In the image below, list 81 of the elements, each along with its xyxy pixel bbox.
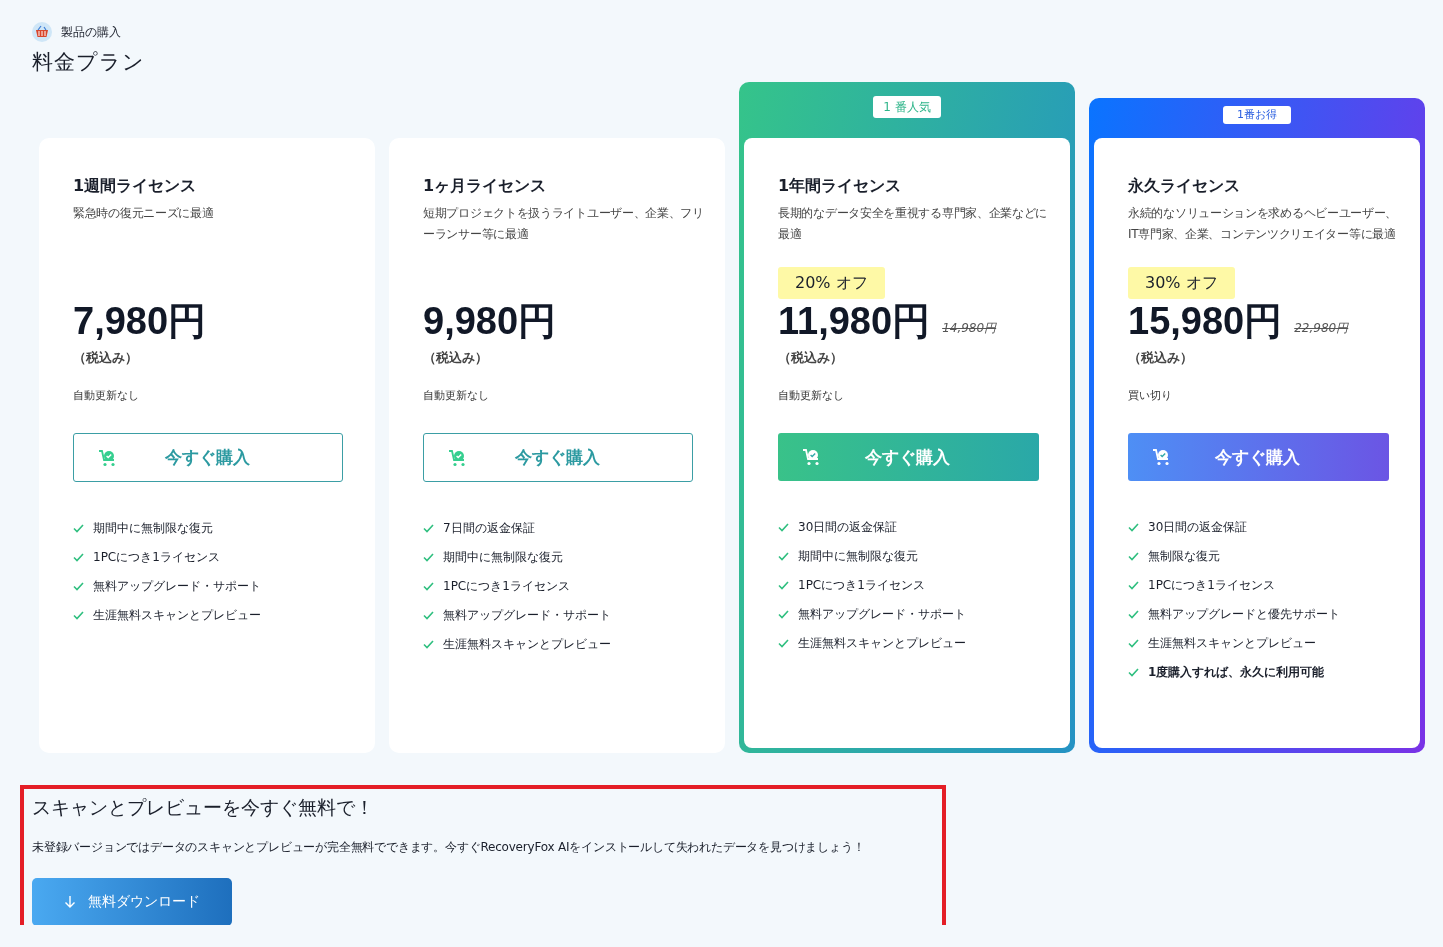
buy-button[interactable]: 今すぐ購入 (778, 433, 1039, 481)
check-icon (423, 524, 434, 533)
check-icon (778, 639, 789, 648)
feature-text: 生涯無料スキャンとプレビュー (1148, 635, 1316, 652)
feature-text: 1PCにつき1ライセンス (443, 578, 570, 595)
price: 15,980円 (1128, 299, 1283, 343)
plan-description: 短期プロジェクトを扱うライトユーザー、企業、フリーランサー等に最適 (423, 205, 705, 243)
download-button[interactable]: 無料ダウンロード (32, 878, 232, 925)
feature-text: 無制限な復元 (1148, 548, 1220, 565)
feature-text: 30日間の返金保証 (798, 519, 898, 536)
feature-text: 生涯無料スキャンとプレビュー (443, 636, 611, 653)
plan-name: 1週間ライセンス (73, 176, 198, 197)
tax-note: （税込み） (778, 349, 844, 367)
price: 9,980円 (423, 299, 557, 343)
check-icon (423, 640, 434, 649)
feature-text: 無料アップグレード・サポート (443, 607, 611, 624)
check-icon (778, 581, 789, 590)
feature-text: 生涯無料スキャンとプレビュー (798, 635, 966, 652)
check-icon (1128, 610, 1139, 619)
breadcrumb-text: 製品の購入 (61, 23, 121, 41)
tax-note: （税込み） (423, 349, 489, 367)
feature-text: 無料アップグレード・サポート (93, 578, 261, 595)
feature-text: 無料アップグレード・サポート (798, 606, 966, 623)
feature-text: 30日間の返金保証 (1148, 519, 1248, 536)
feature-text: 7日間の返金保証 (443, 520, 535, 537)
feature-text: 1PCにつき1ライセンス (1148, 577, 1275, 594)
cart-icon (448, 447, 468, 468)
basket-icon (32, 22, 52, 42)
check-icon (778, 552, 789, 561)
feature-text: 1PCにつき1ライセンス (93, 549, 220, 566)
discount-tag: 20% オフ (778, 267, 885, 299)
promo-heading: スキャンとプレビューを今すぐ無料で！ (32, 795, 375, 820)
buy-button[interactable]: 今すぐ購入 (1128, 433, 1389, 481)
tax-note: （税込み） (1128, 349, 1194, 367)
check-icon (73, 582, 84, 591)
check-icon (423, 582, 434, 591)
cart-icon (1152, 447, 1172, 467)
check-icon (1128, 552, 1139, 561)
feature-text: 1PCにつき1ライセンス (798, 577, 925, 594)
renewal-note: 自動更新なし (73, 388, 140, 403)
renewal-note: 自動更新なし (778, 388, 845, 403)
check-icon (1128, 639, 1139, 648)
discount-tag: 30% オフ (1128, 267, 1235, 299)
original-price: 14,980円 (942, 320, 997, 337)
plan-badge: 1番お得 (1223, 106, 1291, 124)
feature-text: 期間中に無制限な復元 (93, 520, 213, 537)
plan-description: 緊急時の復元ニーズに最適 (73, 205, 215, 222)
cart-icon (802, 447, 822, 467)
check-icon (1128, 581, 1139, 590)
check-icon (73, 524, 84, 533)
check-icon (73, 611, 84, 620)
plan-name: 永久ライセンス (1128, 176, 1241, 197)
buy-button[interactable]: 今すぐ購入 (73, 433, 343, 482)
renewal-note: 自動更新なし (423, 388, 490, 403)
check-icon (778, 523, 789, 532)
feature-text: 1度購入すれば、永久に利用可能 (1148, 664, 1325, 681)
feature-text: 期間中に無制限な復元 (798, 548, 918, 565)
plan-name: 1年間ライセンス (778, 176, 903, 197)
check-icon (1128, 668, 1139, 677)
buy-button[interactable]: 今すぐ購入 (423, 433, 693, 482)
tax-note: （税込み） (73, 349, 139, 367)
check-icon (73, 553, 84, 562)
feature-text: 無料アップグレードと優先サポート (1148, 606, 1340, 623)
price: 11,980円 (778, 299, 931, 343)
original-price: 22,980円 (1294, 320, 1349, 337)
check-icon (1128, 523, 1139, 532)
download-arrow-icon (64, 895, 76, 909)
feature-text: 期間中に無制限な復元 (443, 549, 563, 566)
check-icon (423, 553, 434, 562)
plan-badge: 1 番人気 (873, 96, 941, 118)
check-icon (778, 610, 789, 619)
promo-text: 未登録バージョンではデータのスキャンとプレビューが完全無料でできます。今すぐRecoveryFox AIをインストールして失われたデータを見つけましょう！ (32, 839, 866, 856)
cart-icon (98, 447, 118, 468)
price: 7,980円 (73, 299, 207, 343)
check-icon (423, 611, 434, 620)
plan-description: 長期的なデータ安全を重視する専門家、企業などに最適 (778, 205, 1049, 243)
renewal-note: 買い切り (1128, 388, 1173, 403)
page-title: 料金プラン (32, 49, 146, 76)
plan-description: 永続的なソリューションを求めるヘビーユーザー、IT専門家、企業、コンテンツクリエイター等に最適 (1128, 205, 1399, 243)
feature-text: 生涯無料スキャンとプレビュー (93, 607, 261, 624)
plan-name: 1ヶ月ライセンス (423, 176, 548, 197)
